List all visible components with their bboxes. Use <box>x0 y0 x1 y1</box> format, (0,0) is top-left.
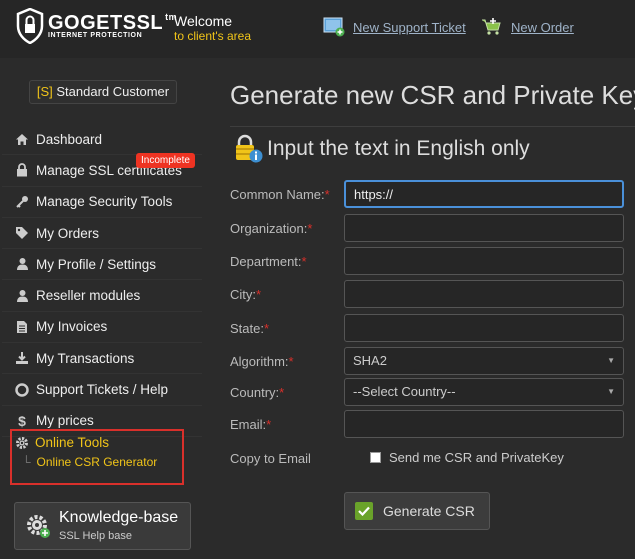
required-mark: * <box>288 354 294 369</box>
email-input[interactable] <box>344 410 624 438</box>
organization-label: Organization: <box>230 221 308 236</box>
sidebar-item-support-tickets[interactable]: Support Tickets / Help <box>2 374 202 406</box>
support-ticket-icon <box>323 17 345 37</box>
incomplete-badge: Incomplete <box>136 153 195 169</box>
knowledge-base-subtitle: SSL Help base <box>59 530 132 542</box>
lifebuoy-icon <box>14 382 30 398</box>
common-name-row: Common Name:* <box>230 180 630 210</box>
knowledge-base-title: Knowledge-base <box>59 509 179 526</box>
user-icon <box>14 288 30 304</box>
country-select[interactable]: --Select Country-- ▼ <box>344 378 624 406</box>
required-mark: * <box>301 254 307 269</box>
required-mark: * <box>263 321 270 336</box>
email-label: Email: <box>230 417 267 432</box>
city-input[interactable] <box>344 280 624 308</box>
sidebar: [S] Standard Customer Dashboard Manage S… <box>0 58 205 559</box>
home-icon <box>14 131 30 147</box>
lock-info-icon <box>236 134 263 163</box>
download-icon <box>14 350 30 366</box>
sidebar-item-my-orders[interactable]: My Orders <box>2 218 202 250</box>
email-row: Email:* <box>230 410 630 440</box>
gear-add-icon <box>25 513 51 542</box>
state-input[interactable] <box>344 314 624 342</box>
department-row: Department:* <box>230 247 630 277</box>
sidebar-item-dashboard[interactable]: Dashboard <box>2 124 202 156</box>
document-icon <box>14 319 30 335</box>
algorithm-label: Algorithm: <box>230 354 289 369</box>
copy-to-email-row: Copy to Email Send me CSR and PrivateKey <box>230 444 630 474</box>
send-csr-checkbox[interactable] <box>370 452 381 463</box>
city-row: City:* <box>230 280 630 310</box>
sidebar-item-csr-generator[interactable]: └ Online CSR Generator <box>22 455 157 469</box>
page-title: Generate new CSR and Private Key <box>230 80 635 110</box>
title-divider <box>230 126 635 127</box>
country-label: Country: <box>230 385 280 400</box>
lock-icon <box>14 162 30 178</box>
required-mark: * <box>256 287 262 302</box>
new-support-ticket-link[interactable]: New Support Ticket <box>323 17 466 37</box>
country-row: Country:* --Select Country-- ▼ <box>230 378 630 408</box>
required-mark: * <box>324 187 330 202</box>
algorithm-select[interactable]: SHA2 ▼ <box>344 347 624 375</box>
header: GOGETSSL tm INTERNET PROTECTION Welcome t… <box>0 0 635 58</box>
common-name-label: Common Name: <box>230 187 325 202</box>
cart-add-icon <box>482 18 501 35</box>
sidebar-nav: Dashboard Manage SSL certificates Incomp… <box>2 124 202 437</box>
state-label: State: <box>230 321 264 336</box>
required-mark: * <box>266 417 272 432</box>
welcome-text: Welcome to client's area <box>174 13 251 43</box>
sidebar-item-my-invoices[interactable]: My Invoices <box>2 312 202 344</box>
organization-input[interactable] <box>344 214 624 242</box>
send-csr-checkbox-row[interactable]: Send me CSR and PrivateKey <box>370 450 564 465</box>
customer-type-badge: [S] Standard Customer <box>29 80 177 104</box>
organization-row: Organization:* <box>230 214 630 244</box>
algorithm-row: Algorithm:* SHA2 ▼ <box>230 347 630 377</box>
knowledge-base-button[interactable]: Knowledge-base SSL Help base <box>14 502 191 550</box>
required-mark: * <box>279 385 285 400</box>
sidebar-item-reseller-modules[interactable]: Reseller modules <box>2 280 202 312</box>
checkmark-icon <box>355 502 373 520</box>
online-tools-highlight: Online Tools └ Online CSR Generator <box>10 429 184 485</box>
department-label: Department: <box>230 254 302 269</box>
main-content: Generate new CSR and Private Key Input t… <box>205 58 635 559</box>
dollar-icon: $ <box>18 412 26 429</box>
state-row: State:* <box>230 314 630 344</box>
common-name-input[interactable] <box>344 180 624 208</box>
sidebar-item-profile-settings[interactable]: My Profile / Settings <box>2 249 202 281</box>
tag-icon <box>14 225 30 241</box>
section-subtitle: Input the text in English only <box>233 134 530 164</box>
generate-csr-button[interactable]: Generate CSR <box>344 492 490 530</box>
department-input[interactable] <box>344 247 624 275</box>
copy-to-email-label: Copy to Email <box>230 451 311 466</box>
tree-branch-icon: └ <box>22 455 31 469</box>
sidebar-item-ssl-certificates[interactable]: Manage SSL certificates Incomplete <box>2 153 202 187</box>
sidebar-item-online-tools[interactable]: Online Tools <box>12 435 109 450</box>
user-icon <box>14 256 30 272</box>
dropdown-caret-icon: ▼ <box>607 356 615 365</box>
sidebar-item-security-tools[interactable]: Manage Security Tools <box>2 187 202 218</box>
logo-tagline: INTERNET PROTECTION <box>48 32 143 39</box>
sidebar-item-my-transactions[interactable]: My Transactions <box>2 343 202 375</box>
city-label: City: <box>230 287 256 302</box>
required-mark: * <box>307 221 313 236</box>
key-icon <box>14 194 30 210</box>
gear-icon <box>15 436 29 450</box>
new-order-link[interactable]: New Order <box>481 17 574 37</box>
dropdown-caret-icon: ▼ <box>607 387 615 396</box>
shield-logo-icon <box>16 8 44 44</box>
